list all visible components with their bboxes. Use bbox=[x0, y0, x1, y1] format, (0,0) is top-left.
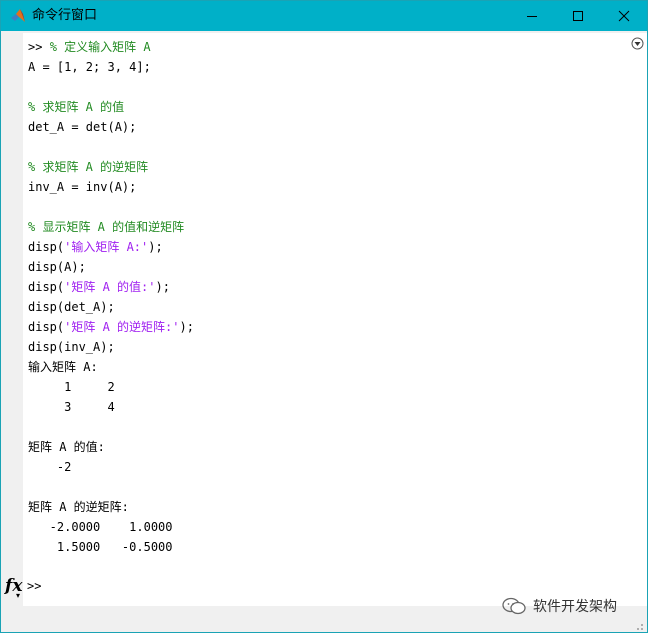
maximize-icon bbox=[573, 11, 583, 21]
code-text: 1.5000 -0.5000 bbox=[28, 540, 173, 554]
console-line: 输入矩阵 A: bbox=[28, 357, 194, 377]
console-line: -2 bbox=[28, 457, 194, 477]
code-comment: % 定义输入矩阵 A bbox=[49, 40, 151, 54]
console-line: 矩阵 A 的逆矩阵: bbox=[28, 497, 194, 517]
console-line: A = [1, 2; 3, 4]; bbox=[28, 57, 194, 77]
code-text: ); bbox=[179, 320, 194, 334]
console-line: 1.5000 -0.5000 bbox=[28, 537, 194, 557]
code-text: >> bbox=[28, 40, 50, 54]
code-text: disp(inv_A); bbox=[28, 340, 115, 354]
code-string: '矩阵 A 的值:' bbox=[64, 280, 156, 294]
code-text: disp( bbox=[28, 280, 65, 294]
console-line: det_A = det(A); bbox=[28, 117, 194, 137]
watermark-text: 软件开发架构 bbox=[533, 599, 617, 615]
code-text: disp( bbox=[28, 320, 65, 334]
console-line: 3 4 bbox=[28, 397, 194, 417]
close-button[interactable] bbox=[601, 1, 647, 31]
code-text: 矩阵 A 的逆矩阵: bbox=[28, 500, 129, 514]
console-line: % 求矩阵 A 的逆矩阵 bbox=[28, 157, 194, 177]
code-text: ); bbox=[148, 240, 163, 254]
matlab-logo-icon bbox=[11, 9, 25, 22]
console-line: disp('矩阵 A 的逆矩阵:'); bbox=[28, 317, 194, 337]
code-text: ); bbox=[155, 280, 170, 294]
window-title: 命令行窗口 bbox=[32, 8, 98, 23]
console-line: disp(inv_A); bbox=[28, 337, 194, 357]
console-line: disp('输入矩阵 A:'); bbox=[28, 237, 194, 257]
code-comment: % 求矩阵 A 的逆矩阵 bbox=[28, 160, 149, 174]
console-line: disp('矩阵 A 的值:'); bbox=[28, 277, 194, 297]
title-bar[interactable]: 命令行窗口 bbox=[1, 1, 647, 31]
code-text: 输入矩阵 A: bbox=[28, 360, 98, 374]
console-line: disp(A); bbox=[28, 257, 194, 277]
code-text: inv_A = inv(A); bbox=[28, 180, 137, 194]
console-line: % 显示矩阵 A 的值和逆矩阵 bbox=[28, 217, 194, 237]
wechat-icon bbox=[502, 597, 526, 615]
console-line: inv_A = inv(A); bbox=[28, 177, 194, 197]
console-line: % 求矩阵 A 的值 bbox=[28, 97, 194, 117]
code-comment: % 求矩阵 A 的值 bbox=[28, 100, 125, 114]
fx-dropdown-arrow-icon[interactable]: ▾ bbox=[16, 591, 20, 600]
code-comment: % 显示矩阵 A 的值和逆矩阵 bbox=[28, 220, 185, 234]
close-icon bbox=[618, 10, 630, 22]
command-window: 命令行窗口 >> % 定义输入矩阵 A A = [1, 2; 3, 4]; % 求… bbox=[0, 0, 648, 633]
code-text: -2.0000 1.0000 bbox=[28, 520, 173, 534]
code-text: 1 2 bbox=[28, 380, 115, 394]
resize-grip-icon[interactable] bbox=[631, 618, 645, 632]
code-text: disp(det_A); bbox=[28, 300, 115, 314]
command-prompt[interactable]: >> bbox=[27, 579, 41, 593]
minimize-button[interactable] bbox=[509, 1, 555, 31]
code-string: '矩阵 A 的逆矩阵:' bbox=[64, 320, 180, 334]
code-text: disp( bbox=[28, 240, 65, 254]
code-text: 矩阵 A 的值: bbox=[28, 440, 105, 454]
console-line: 矩阵 A 的值: bbox=[28, 437, 194, 457]
code-string: '输入矩阵 A:' bbox=[64, 240, 149, 254]
code-text: -2 bbox=[28, 460, 72, 474]
code-text: det_A = det(A); bbox=[28, 120, 137, 134]
console-line: >> % 定义输入矩阵 A bbox=[28, 37, 194, 57]
code-text: disp(A); bbox=[28, 260, 86, 274]
console-line: 1 2 bbox=[28, 377, 194, 397]
maximize-button[interactable] bbox=[555, 1, 601, 31]
minimize-icon bbox=[527, 16, 537, 17]
actions-menu-icon[interactable] bbox=[631, 37, 644, 50]
code-text: 3 4 bbox=[28, 400, 115, 414]
watermark: 软件开发架构 bbox=[501, 595, 617, 617]
console-line: -2.0000 1.0000 bbox=[28, 517, 194, 537]
console-text: >> % 定义输入矩阵 A A = [1, 2; 3, 4]; % 求矩阵 A 的… bbox=[28, 37, 194, 557]
console-line: disp(det_A); bbox=[28, 297, 194, 317]
code-text: A = [1, 2; 3, 4]; bbox=[28, 60, 151, 74]
